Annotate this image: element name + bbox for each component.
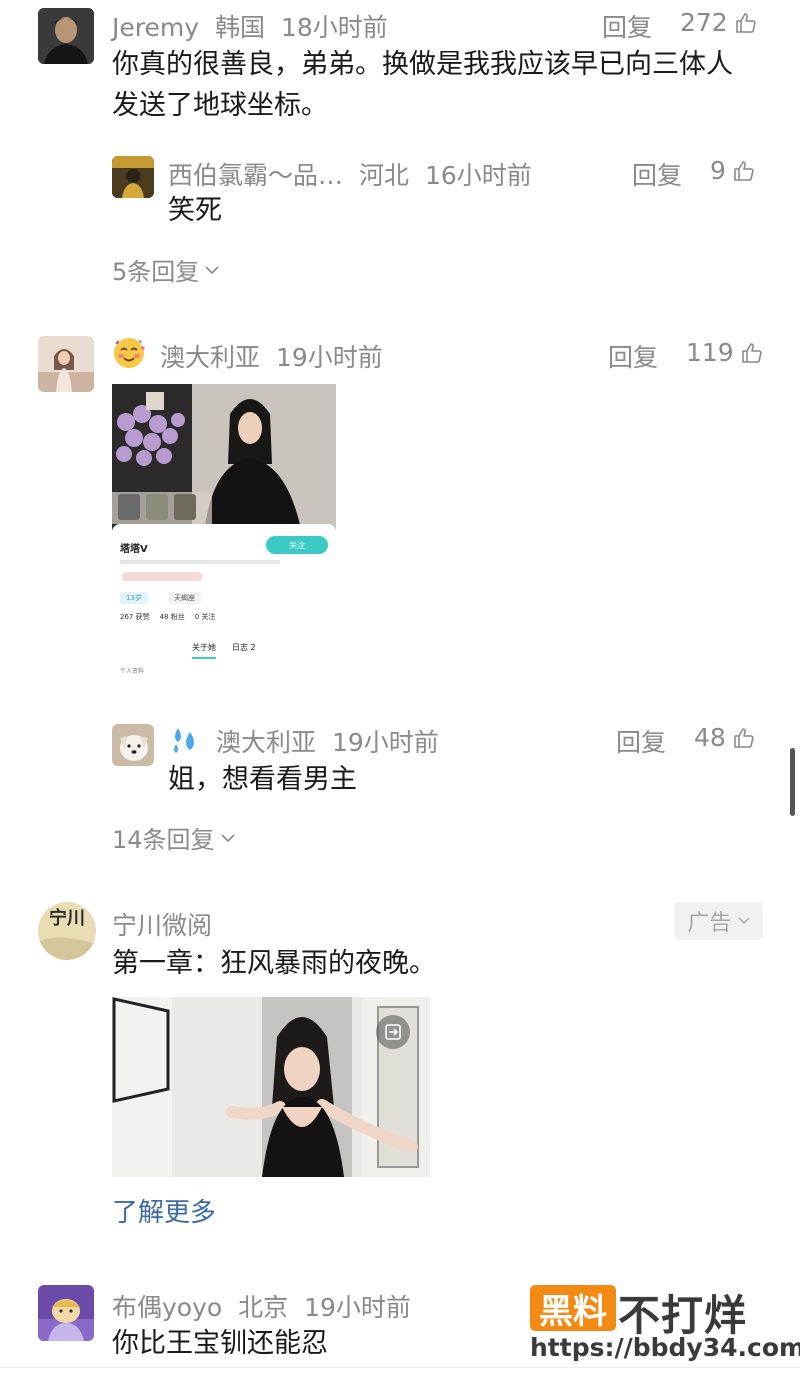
- thumb-up-icon: [734, 727, 754, 748]
- exit-icon[interactable]: [376, 1015, 410, 1049]
- avatar[interactable]: 宁川: [38, 902, 96, 960]
- username[interactable]: 澳大利亚: [160, 343, 260, 372]
- expand-replies-label: 5条回复: [112, 258, 200, 286]
- avatar[interactable]: [112, 724, 154, 766]
- timestamp: 18小时前: [280, 13, 388, 42]
- comment-meta: 布偶yoyo 北京 19小时前: [112, 1288, 411, 1324]
- location: 韩国: [214, 13, 265, 42]
- expand-replies-button[interactable]: 14条回复: [112, 820, 235, 855]
- profile-name: 塔塔V: [120, 544, 148, 555]
- username[interactable]: 澳大利亚: [216, 728, 316, 757]
- scrollbar[interactable]: [790, 748, 795, 816]
- reply-meta: 西伯氯霸～品… 河北 16小时前: [168, 156, 532, 192]
- location: 北京: [238, 1293, 289, 1322]
- reply-button[interactable]: 回复: [632, 156, 682, 192]
- profile-stats: 267 获赞 48 粉丝 0 关注: [120, 613, 216, 621]
- like-count: 272: [680, 8, 728, 37]
- sweat-droplets-emoji-icon: [174, 728, 194, 753]
- ad-text: 第一章：狂风暴雨的夜晚。: [112, 948, 436, 979]
- comment-meta: Jeremy 韩国 18小时前: [112, 8, 388, 44]
- profile-info-line: [120, 560, 280, 564]
- chevron-down-icon: [737, 917, 750, 925]
- comment-text: 你比王宝钏还能忍: [112, 1328, 328, 1359]
- tag-age: 13岁: [120, 592, 148, 604]
- avatar[interactable]: [38, 336, 94, 392]
- ad-image[interactable]: [112, 997, 430, 1177]
- like-button[interactable]: 48: [694, 723, 756, 752]
- like-button[interactable]: 272: [680, 8, 758, 37]
- timestamp: 16小时前: [424, 161, 532, 190]
- photo-banner: [112, 384, 336, 534]
- like-count: 48: [694, 723, 726, 752]
- profile-badge-line: [122, 572, 202, 581]
- timestamp: 19小时前: [304, 1293, 411, 1322]
- watermark-url: https://bbdy34.com: [530, 1333, 800, 1362]
- comment-meta: 澳大利亚 19小时前: [160, 338, 383, 374]
- avatar[interactable]: [38, 1285, 94, 1341]
- expand-replies-label: 14条回复: [112, 826, 215, 854]
- profile-tabs: 关于她 日志 2: [192, 642, 256, 659]
- ad-badge[interactable]: 广告: [674, 902, 763, 940]
- like-button[interactable]: 119: [686, 338, 764, 367]
- username[interactable]: Jeremy: [112, 13, 199, 42]
- like-count: 119: [686, 338, 734, 367]
- username[interactable]: 西伯氯霸～品…: [168, 161, 343, 190]
- tag-zodiac: 天蝎座: [168, 592, 201, 604]
- bottom-toolbar: [0, 1367, 800, 1395]
- chevron-down-icon: [220, 833, 235, 842]
- reply-button[interactable]: 回复: [602, 8, 652, 44]
- reply-button[interactable]: 回复: [608, 338, 658, 374]
- thumb-up-icon: [734, 160, 754, 181]
- avatar[interactable]: [38, 8, 94, 64]
- thumb-up-icon: [735, 12, 756, 33]
- thumb-up-icon: [741, 342, 762, 363]
- timestamp: 19小时前: [275, 343, 383, 372]
- ad-label: 广告: [687, 911, 732, 936]
- avatar-text: 宁川: [49, 908, 85, 929]
- comment-image[interactable]: 塔塔V 关注 13岁 天蝎座 267 获赞 48 粉丝 0 关注 关于她 日志 …: [112, 384, 336, 686]
- follow-button: 关注: [266, 536, 328, 554]
- like-button[interactable]: 9: [710, 156, 756, 185]
- username[interactable]: 布偶yoyo: [112, 1293, 222, 1322]
- reply-text: 姐，想看看男主: [168, 764, 357, 795]
- chevron-down-icon: [205, 265, 219, 274]
- ad-username[interactable]: 宁川微阅: [112, 906, 212, 942]
- watermark-badge: 黑料: [530, 1285, 616, 1332]
- reply-text: 笑死: [168, 195, 222, 226]
- avatar[interactable]: [112, 156, 154, 198]
- expand-replies-button[interactable]: 5条回复: [112, 252, 219, 287]
- timestamp: 19小时前: [331, 728, 439, 757]
- profile-card: 塔塔V 关注 13岁 天蝎座 267 获赞 48 粉丝 0 关注 关于她 日志 …: [112, 524, 336, 686]
- like-count: 9: [710, 156, 726, 185]
- smiling-face-emoji-icon: [114, 338, 145, 368]
- comment-text: 你真的很善良，弟弟。换做是我我应该早已向三体人 发送了地球坐标。: [112, 49, 733, 121]
- learn-more-link[interactable]: 了解更多: [112, 1192, 216, 1229]
- location: 河北: [358, 161, 409, 190]
- reply-meta: 澳大利亚 19小时前: [216, 723, 439, 759]
- reply-button[interactable]: 回复: [616, 723, 666, 759]
- profile-note: 个人资料: [120, 668, 145, 675]
